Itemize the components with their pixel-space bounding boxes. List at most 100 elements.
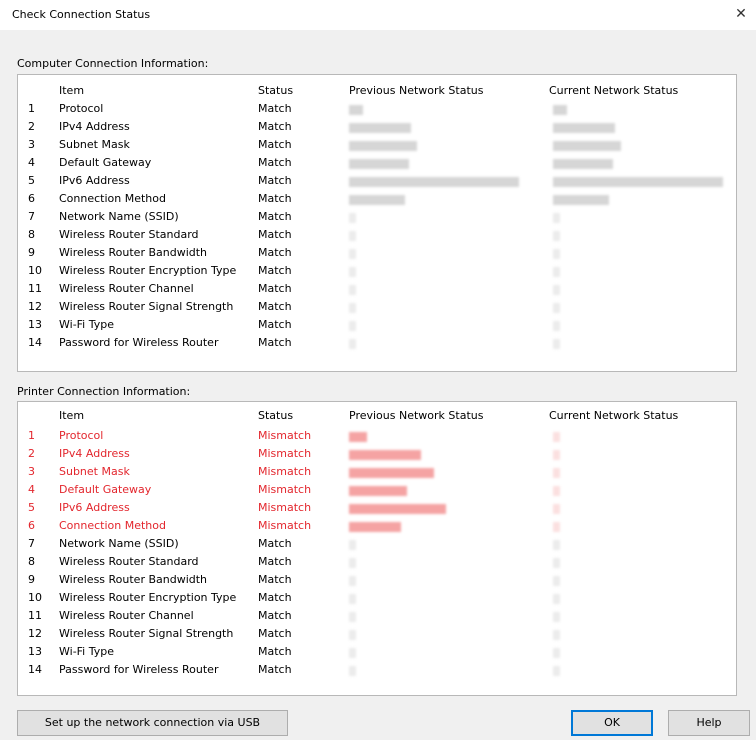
row-status: Match	[258, 282, 292, 295]
row-status: Match	[258, 573, 292, 586]
table-row[interactable]: 13 Wi-Fi Type Match	[18, 645, 736, 662]
row-number: 8	[28, 555, 35, 568]
current-status-value-redacted	[553, 195, 609, 205]
row-item-name: Network Name (SSID)	[59, 210, 179, 223]
current-status-value-redacted	[553, 303, 560, 313]
close-icon[interactable]: ✕	[732, 5, 750, 23]
table-row[interactable]: 1 Protocol Match	[18, 102, 736, 119]
column-header-current[interactable]: Current Network Status	[549, 409, 678, 422]
row-number: 3	[28, 465, 35, 478]
table-row[interactable]: 1 Protocol Mismatch	[18, 429, 736, 446]
previous-status-value-redacted	[349, 612, 356, 622]
previous-status-value-redacted	[349, 540, 356, 550]
table-row[interactable]: 9 Wireless Router Bandwidth Match	[18, 246, 736, 263]
previous-status-value-redacted	[349, 630, 356, 640]
table-row[interactable]: 5 IPv6 Address Mismatch	[18, 501, 736, 518]
row-number: 2	[28, 447, 35, 460]
row-status: Match	[258, 120, 292, 133]
table-row[interactable]: 13 Wi-Fi Type Match	[18, 318, 736, 335]
computer-connection-table[interactable]: Item Status Previous Network Status Curr…	[17, 74, 737, 372]
current-status-value-redacted	[553, 630, 560, 640]
table-row[interactable]: 2 IPv4 Address Match	[18, 120, 736, 137]
table-row[interactable]: 10 Wireless Router Encryption Type Match	[18, 264, 736, 281]
row-number: 13	[28, 318, 42, 331]
row-status: Match	[258, 174, 292, 187]
row-status: Mismatch	[258, 519, 312, 532]
column-header-item[interactable]: Item	[59, 409, 84, 422]
row-status: Match	[258, 336, 292, 349]
previous-status-value-redacted	[349, 522, 401, 532]
previous-status-value-redacted	[349, 303, 356, 313]
current-status-value-redacted	[553, 123, 615, 133]
row-number: 1	[28, 429, 35, 442]
column-header-status[interactable]: Status	[258, 409, 293, 422]
current-status-value-redacted	[553, 432, 560, 442]
previous-status-value-redacted	[349, 450, 421, 460]
row-status: Match	[258, 264, 292, 277]
current-status-value-redacted	[553, 666, 560, 676]
row-status: Match	[258, 663, 292, 676]
row-item-name: Network Name (SSID)	[59, 537, 179, 550]
previous-status-value-redacted	[349, 285, 356, 295]
row-number: 12	[28, 627, 42, 640]
current-status-value-redacted	[553, 468, 560, 478]
table-row[interactable]: 5 IPv6 Address Match	[18, 174, 736, 191]
row-item-name: Wireless Router Bandwidth	[59, 573, 208, 586]
printer-connection-table[interactable]: Item Status Previous Network Status Curr…	[17, 401, 737, 696]
row-item-name: Wireless Router Encryption Type	[59, 591, 237, 604]
column-header-previous[interactable]: Previous Network Status	[349, 84, 483, 97]
row-item-name: Wireless Router Signal Strength	[59, 627, 234, 640]
title-bar: Check Connection Status ✕	[0, 0, 756, 30]
table-row[interactable]: 11 Wireless Router Channel Match	[18, 609, 736, 626]
table-row[interactable]: 12 Wireless Router Signal Strength Match	[18, 300, 736, 317]
row-item-name: Default Gateway	[59, 483, 152, 496]
column-header-status[interactable]: Status	[258, 84, 293, 97]
row-item-name: IPv4 Address	[59, 120, 130, 133]
column-header-item[interactable]: Item	[59, 84, 84, 97]
row-status: Mismatch	[258, 447, 312, 460]
current-status-value-redacted	[553, 522, 560, 532]
table-row[interactable]: 9 Wireless Router Bandwidth Match	[18, 573, 736, 590]
table-row[interactable]: 7 Network Name (SSID) Match	[18, 210, 736, 227]
previous-status-value-redacted	[349, 123, 411, 133]
previous-status-value-redacted	[349, 504, 446, 514]
table-row[interactable]: 10 Wireless Router Encryption Type Match	[18, 591, 736, 608]
column-header-current[interactable]: Current Network Status	[549, 84, 678, 97]
row-item-name: IPv6 Address	[59, 174, 130, 187]
previous-status-value-redacted	[349, 648, 356, 658]
table-row[interactable]: 12 Wireless Router Signal Strength Match	[18, 627, 736, 644]
current-status-value-redacted	[553, 450, 560, 460]
row-number: 4	[28, 483, 35, 496]
table-row[interactable]: 14 Password for Wireless Router Match	[18, 336, 736, 353]
table-row[interactable]: 8 Wireless Router Standard Match	[18, 228, 736, 245]
current-status-value-redacted	[553, 159, 613, 169]
row-number: 12	[28, 300, 42, 313]
setup-usb-button[interactable]: Set up the network connection via USB	[17, 710, 288, 736]
table-row[interactable]: 6 Connection Method Match	[18, 192, 736, 209]
ok-button[interactable]: OK	[571, 710, 653, 736]
table-row[interactable]: 8 Wireless Router Standard Match	[18, 555, 736, 572]
previous-status-value-redacted	[349, 339, 356, 349]
current-status-value-redacted	[553, 486, 560, 496]
column-header-previous[interactable]: Previous Network Status	[349, 409, 483, 422]
table-row[interactable]: 4 Default Gateway Mismatch	[18, 483, 736, 500]
row-status: Match	[258, 537, 292, 550]
table-row[interactable]: 3 Subnet Mask Mismatch	[18, 465, 736, 482]
row-number: 10	[28, 591, 42, 604]
row-item-name: Wireless Router Signal Strength	[59, 300, 234, 313]
row-status: Mismatch	[258, 429, 312, 442]
current-status-value-redacted	[553, 105, 567, 115]
row-number: 11	[28, 609, 42, 622]
row-item-name: Wi-Fi Type	[59, 318, 115, 331]
previous-status-value-redacted	[349, 195, 405, 205]
table-row[interactable]: 4 Default Gateway Match	[18, 156, 736, 173]
table-row[interactable]: 7 Network Name (SSID) Match	[18, 537, 736, 554]
previous-status-value-redacted	[349, 177, 519, 187]
table-row[interactable]: 6 Connection Method Mismatch	[18, 519, 736, 536]
table-row[interactable]: 11 Wireless Router Channel Match	[18, 282, 736, 299]
table-row[interactable]: 14 Password for Wireless Router Match	[18, 663, 736, 680]
table-row[interactable]: 2 IPv4 Address Mismatch	[18, 447, 736, 464]
table-row[interactable]: 3 Subnet Mask Match	[18, 138, 736, 155]
row-item-name: Wi-Fi Type	[59, 645, 115, 658]
help-button[interactable]: Help	[668, 710, 750, 736]
